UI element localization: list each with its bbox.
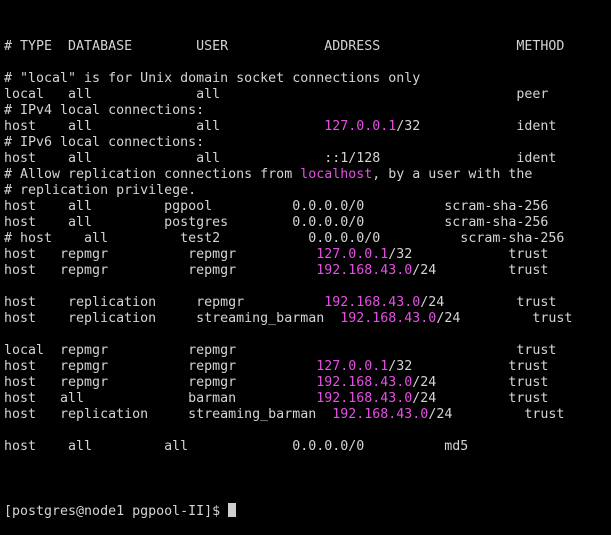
- terminal-line: host all all ::1/128 ident: [4, 151, 611, 167]
- line-text: # TYPE DATABASE USER ADDRESS METHOD: [4, 39, 565, 54]
- terminal-line: host replication streaming_barman 192.16…: [4, 407, 611, 423]
- terminal-line: host repmgr repmgr 192.168.43.0/24 trust: [4, 375, 611, 391]
- terminal-line: host all postgres 0.0.0.0/0 scram-sha-25…: [4, 215, 611, 231]
- terminal-line: # "local" is for Unix domain socket conn…: [4, 71, 611, 87]
- shell-prompt-line[interactable]: [postgres@node1 pgpool-II]$: [4, 503, 611, 519]
- line-text: /24 trust: [428, 407, 565, 422]
- line-text: # Allow replication connections from: [4, 167, 301, 182]
- terminal-line: host all barman 192.168.43.0/24 trust: [4, 391, 611, 407]
- line-text: host all barman: [4, 391, 317, 406]
- line-text: host replication repmgr: [4, 295, 325, 310]
- highlighted-text: 127.0.0.1: [316, 247, 389, 262]
- line-text: host repmgr repmgr: [4, 263, 317, 278]
- line-text: /24 trust: [412, 375, 549, 390]
- highlighted-text: 192.168.43.0: [332, 407, 429, 422]
- line-text: # host all test2 0.0.0.0/0 scram-sha-256: [4, 231, 565, 246]
- highlighted-text: localhost: [300, 167, 373, 182]
- terminal-line: local repmgr repmgr trust: [4, 343, 611, 359]
- line-text: host all all ::1/128 ident: [4, 151, 557, 166]
- highlighted-text: 127.0.0.1: [316, 359, 389, 374]
- line-text: host repmgr repmgr: [4, 247, 317, 262]
- line-text: host all all: [4, 119, 325, 134]
- pg-hba-conf-content: # TYPE DATABASE USER ADDRESS METHOD # "lo…: [4, 39, 611, 471]
- highlighted-text: 192.168.43.0: [340, 311, 437, 326]
- line-text: # "local" is for Unix domain socket conn…: [4, 71, 421, 86]
- terminal-line: # host all test2 0.0.0.0/0 scram-sha-256: [4, 231, 611, 247]
- terminal-line: host all all 127.0.0.1/32 ident: [4, 119, 611, 135]
- line-text: /32 ident: [396, 119, 557, 134]
- terminal-line: host repmgr repmgr 192.168.43.0/24 trust: [4, 263, 611, 279]
- highlighted-text: 192.168.43.0: [316, 375, 413, 390]
- line-text: host repmgr repmgr: [4, 375, 317, 390]
- line-text: host replication streaming_barman: [4, 407, 333, 422]
- terminal-line: host repmgr repmgr 127.0.0.1/32 trust: [4, 359, 611, 375]
- line-text: /24 trust: [412, 391, 549, 406]
- terminal-line: # IPv4 local connections:: [4, 103, 611, 119]
- line-text: host all pgpool 0.0.0.0/0 scram-sha-256: [4, 199, 549, 214]
- terminal-line: host all all 0.0.0.0/0 md5: [4, 439, 611, 455]
- line-text: /24 trust: [436, 311, 573, 326]
- line-text: , by a user with the: [372, 167, 533, 182]
- line-text: /24 trust: [420, 295, 557, 310]
- line-text: local all all peer: [4, 87, 549, 102]
- line-text: # IPv4 local connections:: [4, 103, 205, 118]
- line-text: host repmgr repmgr: [4, 359, 317, 374]
- shell-prompt: [postgres@node1 pgpool-II]$: [4, 504, 229, 519]
- line-text: # replication privilege.: [4, 183, 197, 198]
- line-text: host all postgres 0.0.0.0/0 scram-sha-25…: [4, 215, 549, 230]
- terminal-line: host repmgr repmgr 127.0.0.1/32 trust: [4, 247, 611, 263]
- terminal-line: # replication privilege.: [4, 183, 611, 199]
- terminal-window[interactable]: # TYPE DATABASE USER ADDRESS METHOD # "lo…: [4, 7, 611, 535]
- terminal-line: host all pgpool 0.0.0.0/0 scram-sha-256: [4, 199, 611, 215]
- terminal-line: host replication repmgr 192.168.43.0/24 …: [4, 295, 611, 311]
- line-text: # IPv6 local connections:: [4, 135, 205, 150]
- terminal-line: # TYPE DATABASE USER ADDRESS METHOD: [4, 39, 611, 55]
- terminal-line: # IPv6 local connections:: [4, 135, 611, 151]
- terminal-line: host replication streaming_barman 192.16…: [4, 311, 611, 327]
- terminal-line: local all all peer: [4, 87, 611, 103]
- highlighted-text: 192.168.43.0: [316, 391, 413, 406]
- line-text: host replication streaming_barman: [4, 311, 341, 326]
- highlighted-text: 192.168.43.0: [316, 263, 413, 278]
- highlighted-text: 192.168.43.0: [324, 295, 421, 310]
- highlighted-text: 127.0.0.1: [324, 119, 397, 134]
- line-text: /32 trust: [388, 359, 549, 374]
- line-text: /24 trust: [412, 263, 549, 278]
- line-text: local repmgr repmgr trust: [4, 343, 557, 358]
- line-text: /32 trust: [388, 247, 549, 262]
- terminal-line: # Allow replication connections from loc…: [4, 167, 611, 183]
- text-cursor: [228, 503, 237, 517]
